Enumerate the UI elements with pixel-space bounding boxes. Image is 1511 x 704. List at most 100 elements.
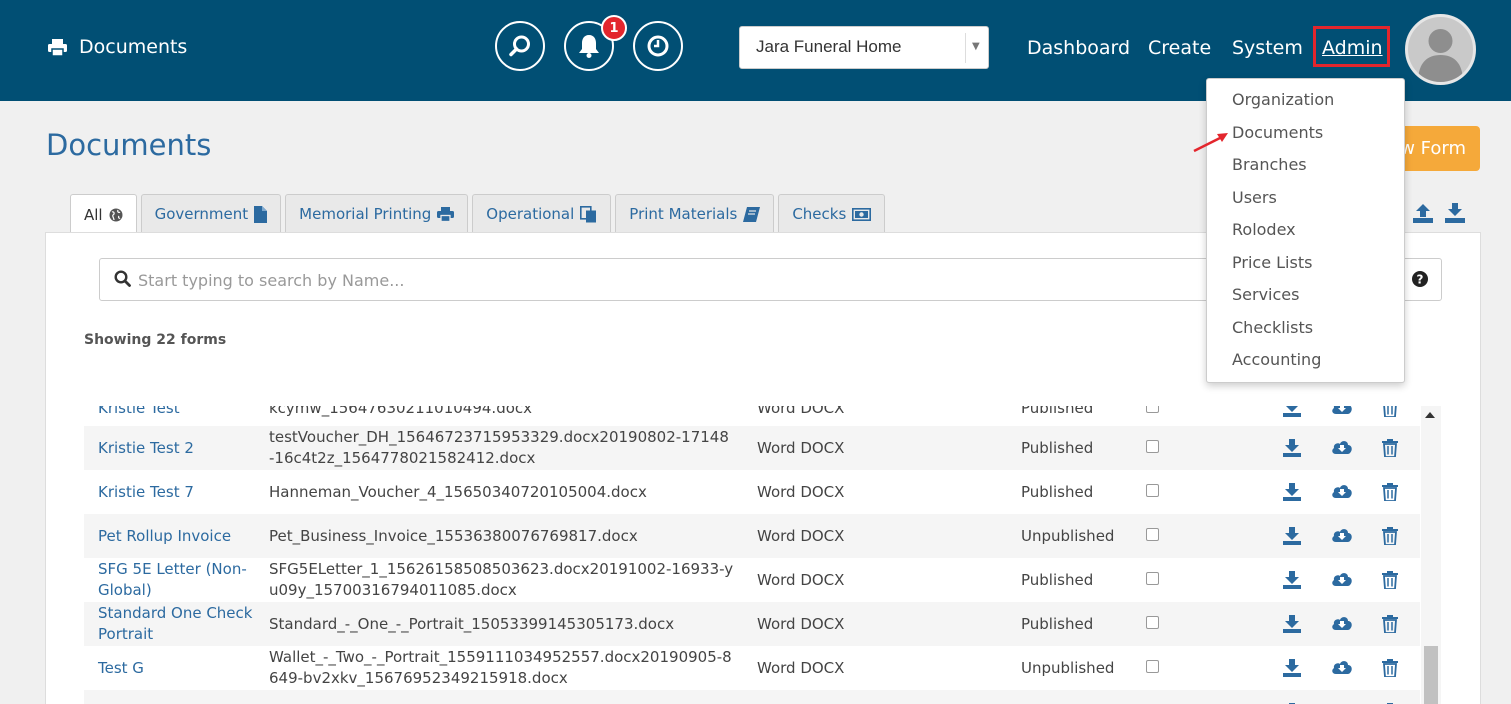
table-row: Test G Wallet_-_Two_-_Portrait_1559111034…: [84, 646, 1420, 690]
nav-admin[interactable]: Admin: [1322, 37, 1383, 59]
tab-memorial-printing[interactable]: Memorial Printing: [285, 194, 469, 233]
admin-menu-item-documents[interactable]: Documents: [1232, 123, 1323, 142]
document-name-link[interactable]: Test G: [98, 658, 263, 679]
trash-icon[interactable]: [1382, 527, 1398, 549]
search-button[interactable]: [495, 21, 545, 71]
trash-icon[interactable]: [1382, 439, 1398, 461]
trash-icon[interactable]: [1382, 659, 1398, 681]
help-icon[interactable]: ?: [1411, 270, 1429, 292]
admin-menu-item-users[interactable]: Users: [1232, 188, 1277, 207]
table-scrollbar[interactable]: [1421, 406, 1441, 704]
admin-dropdown-menu: Organization Documents Branches Users Rolode…: [1206, 78, 1405, 383]
row-checkbox[interactable]: [1146, 406, 1159, 413]
history-button[interactable]: [633, 21, 683, 71]
document-name-link[interactable]: Kristie Test 7: [98, 482, 263, 503]
table-row: Kristie Test 2 testVoucher_DH_15646723715…: [84, 426, 1420, 470]
download-icon[interactable]: [1444, 202, 1466, 224]
tab-all-label: All: [84, 205, 103, 224]
nav-system[interactable]: System: [1232, 37, 1303, 59]
download-icon[interactable]: [1283, 406, 1301, 421]
tab-government[interactable]: Government: [140, 194, 282, 233]
admin-menu-item-checklists[interactable]: Checklists: [1232, 318, 1313, 337]
document-filename: Pet_Business_Invoice_15536380076769817.d…: [269, 527, 638, 545]
tab-print-materials[interactable]: Print Materials: [615, 194, 775, 233]
file-icon: [254, 205, 268, 223]
admin-menu-item-branches[interactable]: Branches: [1232, 155, 1307, 174]
document-name-link[interactable]: SFG 5E Letter (Non-Global): [98, 559, 263, 601]
branch-select-value: Jara Funeral Home: [756, 37, 902, 56]
document-name-link[interactable]: Standard One Check Portrait: [98, 603, 263, 645]
table-row: SFG 5E Letter (Non-Global) SFG5ELetter_1_…: [84, 558, 1420, 602]
document-status: Unpublished: [1021, 527, 1115, 545]
cloud-download-icon[interactable]: [1331, 439, 1353, 459]
scroll-thumb[interactable]: [1424, 646, 1438, 704]
row-checkbox[interactable]: [1146, 528, 1159, 541]
document-type: Word DOCX: [757, 659, 845, 677]
document-type: Word DOCX: [757, 483, 845, 501]
trash-icon[interactable]: [1382, 615, 1398, 637]
tab-checks-label: Checks: [792, 205, 847, 223]
row-checkbox[interactable]: [1146, 616, 1159, 629]
scroll-up-arrow-icon[interactable]: [1425, 412, 1435, 418]
download-icon[interactable]: [1283, 571, 1301, 593]
branch-select[interactable]: Jara Funeral Home ▼: [739, 26, 989, 69]
upload-icon[interactable]: [1412, 202, 1434, 224]
tab-checks[interactable]: Checks: [778, 194, 886, 233]
row-checkbox[interactable]: [1146, 440, 1159, 453]
search-input[interactable]: [138, 267, 1388, 293]
admin-menu-item-price-lists[interactable]: Price Lists: [1232, 253, 1312, 272]
document-status: Published: [1021, 406, 1094, 417]
cloud-download-icon[interactable]: [1331, 483, 1353, 503]
avatar[interactable]: [1405, 14, 1476, 85]
tab-operational[interactable]: Operational: [472, 194, 612, 233]
row-checkbox[interactable]: [1146, 484, 1159, 497]
download-icon[interactable]: [1283, 439, 1301, 461]
brand[interactable]: Documents: [48, 36, 187, 58]
documents-table: Kristie Test kcymw_15647630211010494.docx…: [84, 406, 1420, 704]
select-divider: [965, 33, 966, 63]
trash-icon[interactable]: [1382, 483, 1398, 505]
row-checkbox[interactable]: [1146, 572, 1159, 585]
table-row: Pet Rollup Invoice Pet_Business_Invoice_1…: [84, 514, 1420, 558]
nav-dashboard[interactable]: Dashboard: [1027, 37, 1130, 59]
book-icon: [743, 206, 761, 222]
cloud-download-icon[interactable]: [1331, 615, 1353, 635]
row-checkbox[interactable]: [1146, 660, 1159, 673]
tab-all[interactable]: All: [70, 194, 137, 234]
document-status: Published: [1021, 439, 1094, 457]
tab-operational-label: Operational: [486, 205, 575, 223]
cloud-download-icon[interactable]: [1331, 659, 1353, 679]
search-icon: [114, 270, 131, 291]
admin-menu-item-services[interactable]: Services: [1232, 285, 1299, 304]
printer-icon: [437, 206, 455, 222]
red-arrow-annotation: [1193, 133, 1228, 153]
document-name-link[interactable]: Pet Rollup Invoice: [98, 526, 263, 547]
admin-menu-item-rolodex[interactable]: Rolodex: [1232, 220, 1296, 239]
trash-icon[interactable]: [1382, 406, 1398, 421]
document-type: Word DOCX: [757, 406, 845, 417]
download-icon[interactable]: [1283, 615, 1301, 637]
document-name-link[interactable]: Kristie Test: [98, 406, 263, 419]
search-icon: [509, 35, 530, 57]
trash-icon[interactable]: [1382, 571, 1398, 593]
globe-icon: [109, 208, 123, 221]
tab-memorial-printing-label: Memorial Printing: [299, 205, 432, 223]
download-icon[interactable]: [1283, 483, 1301, 505]
document-status: Published: [1021, 571, 1094, 589]
tab-government-label: Government: [154, 205, 249, 223]
document-type: Word DOCX: [757, 615, 845, 633]
page-title: Documents: [46, 128, 212, 162]
printer-icon: [48, 38, 67, 56]
nav-create[interactable]: Create: [1148, 37, 1211, 59]
cloud-download-icon[interactable]: [1331, 571, 1353, 591]
cloud-download-icon[interactable]: [1331, 406, 1353, 419]
cloud-download-icon[interactable]: [1331, 527, 1353, 547]
document-name-link[interactable]: Kristie Test 2: [98, 438, 263, 459]
download-icon[interactable]: [1283, 659, 1301, 681]
download-icon[interactable]: [1283, 527, 1301, 549]
admin-menu-item-organization[interactable]: Organization: [1232, 90, 1334, 109]
table-row: [84, 690, 1420, 704]
admin-menu-item-accounting[interactable]: Accounting: [1232, 350, 1321, 369]
clock-icon: [647, 35, 669, 57]
document-type: Word DOCX: [757, 527, 845, 545]
